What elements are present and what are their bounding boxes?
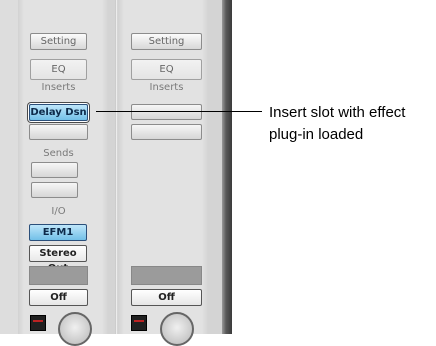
group-slot[interactable] <box>29 266 88 285</box>
io-label: I/O <box>51 206 66 217</box>
inserts-label: Inserts <box>149 82 184 93</box>
insert-slot-empty[interactable] <box>131 124 202 140</box>
insert-slot-empty[interactable] <box>131 104 202 120</box>
automation-mode-button[interactable]: Off <box>29 289 88 306</box>
strip-divider <box>115 0 118 334</box>
input-slot-efm1[interactable]: EFM1 <box>29 224 87 241</box>
record-enable-icon[interactable] <box>131 315 147 331</box>
setting-button[interactable]: Setting <box>30 33 87 50</box>
sends-label: Sends <box>43 148 74 159</box>
output-slot-stereo-out[interactable]: Stereo Out <box>29 245 87 274</box>
group-slot[interactable] <box>131 266 202 285</box>
inserts-label: Inserts <box>41 82 76 93</box>
setting-button[interactable]: Setting <box>131 33 202 50</box>
eq-display[interactable]: EQ <box>131 59 202 80</box>
mixer-area: Setting EQ Inserts Delay Dsn Sends I/O E… <box>0 0 232 346</box>
send-slot-2[interactable] <box>31 182 78 198</box>
mixer-edge <box>222 0 232 334</box>
eq-display[interactable]: EQ <box>30 59 87 80</box>
automation-mode-button[interactable]: Off <box>131 289 202 306</box>
callout-text: Insert slot with effect plug-in loaded <box>269 102 434 146</box>
pan-knob[interactable] <box>58 312 92 346</box>
record-enable-icon[interactable] <box>30 315 46 331</box>
insert-slot-empty[interactable] <box>29 124 88 140</box>
send-slot-1[interactable] <box>31 162 78 178</box>
insert-slot-delay-designer[interactable]: Delay Dsn <box>29 104 88 121</box>
callout-line <box>96 111 262 112</box>
callout-line-1: Insert slot with effect <box>269 104 406 121</box>
pan-knob[interactable] <box>160 312 194 346</box>
callout-line-2: plug-in loaded <box>269 126 364 143</box>
